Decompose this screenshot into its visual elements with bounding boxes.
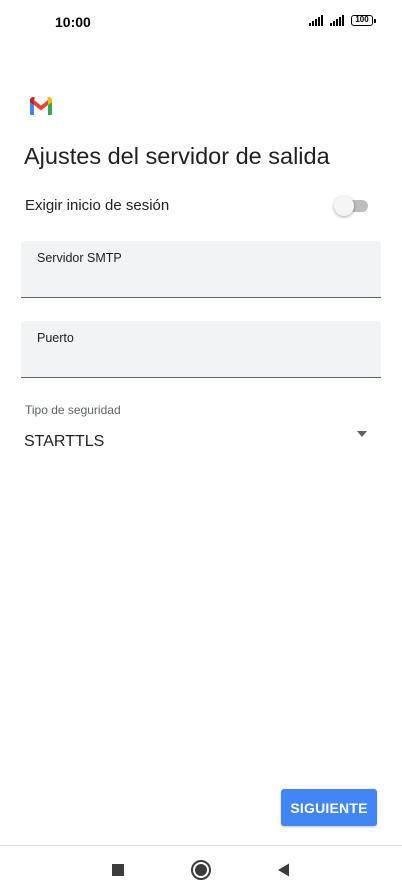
port-field[interactable]: Puerto [21, 321, 381, 378]
dropdown-arrow-icon [357, 431, 367, 437]
status-time: 10:00 [55, 14, 91, 30]
navigation-bar [0, 845, 402, 893]
security-type-value: STARTTLS [24, 433, 105, 450]
smtp-server-field[interactable]: Servidor SMTP [21, 241, 381, 298]
status-icons: 100 [309, 15, 376, 26]
gmail-logo [30, 97, 52, 115]
toggle-thumb [334, 196, 354, 216]
signal-icon [309, 15, 323, 26]
status-bar: 10:00 100 [0, 0, 402, 44]
battery-icon: 100 [351, 15, 376, 26]
smtp-server-label: Servidor SMTP [37, 251, 122, 265]
signal-icon [330, 15, 344, 26]
battery-tip [374, 18, 376, 23]
require-login-toggle[interactable] [334, 196, 370, 216]
require-login-label: Exigir inicio de sesión [25, 197, 170, 214]
recents-square-icon[interactable] [106, 858, 130, 882]
back-triangle-icon[interactable] [272, 858, 296, 882]
require-login-row: Exigir inicio de sesión [24, 193, 370, 219]
smtp-server-input[interactable] [37, 269, 363, 291]
security-type-label: Tipo de seguridad [25, 403, 121, 417]
next-button[interactable]: SIGUIENTE [281, 789, 377, 826]
port-input[interactable] [37, 349, 363, 371]
security-type-select[interactable]: STARTTLS [21, 424, 381, 458]
home-circle-icon[interactable] [189, 858, 213, 882]
battery-level: 100 [351, 15, 373, 26]
port-label: Puerto [37, 331, 74, 345]
page-title: Ajustes del servidor de salida [24, 143, 330, 169]
